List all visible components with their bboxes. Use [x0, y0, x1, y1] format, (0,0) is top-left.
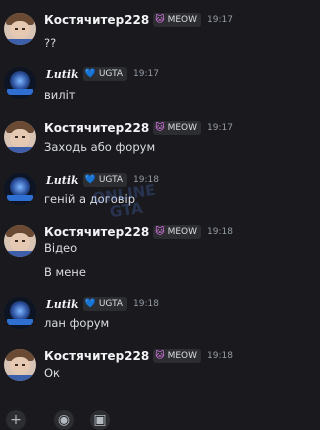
author-name[interactable]: Lutik	[46, 174, 79, 187]
timestamp: 19:18	[207, 227, 233, 237]
message-text: Відео	[44, 241, 78, 255]
user-avatar[interactable]	[4, 13, 36, 45]
timestamp: 19:17	[207, 123, 233, 133]
user-avatar[interactable]	[4, 349, 36, 381]
message-text: геній а договір	[44, 192, 136, 206]
message: Lutik 💙 UGTA 19:18 геній а договір	[0, 172, 250, 212]
user-avatar[interactable]	[4, 225, 36, 257]
author-name[interactable]: Lutik	[46, 68, 79, 81]
apps-icon[interactable]: ◉	[54, 410, 74, 430]
role-badge[interactable]: 🐱 MEOW	[153, 349, 202, 363]
role-badge[interactable]: 🐱 MEOW	[153, 121, 202, 135]
message-text: лан форум	[44, 316, 110, 330]
user-avatar[interactable]	[4, 297, 36, 329]
author-name[interactable]: Костячитер228	[44, 225, 149, 239]
role-badge[interactable]: 🐱 MEOW	[153, 13, 202, 27]
message: Lutik 💙 UGTA 19:18 лан форум	[0, 296, 250, 336]
message-text: виліт	[44, 88, 76, 102]
cat-icon: 🐱	[155, 123, 165, 133]
message-header: Костячитер228 🐱 MEOW 19:18	[44, 224, 233, 240]
timestamp: 19:18	[133, 175, 159, 185]
plus-icon[interactable]: +	[6, 410, 26, 430]
role-badge[interactable]: 🐱 MEOW	[153, 225, 202, 239]
chat-input-bar: + ◉ ▣	[0, 406, 250, 430]
message-header: Lutik 💙 UGTA 19:17	[46, 66, 159, 82]
message-text: Ок	[44, 366, 60, 380]
author-name[interactable]: Костячитер228	[44, 13, 149, 27]
author-name[interactable]: Костячитер228	[44, 121, 149, 135]
cat-icon: 🐱	[155, 15, 165, 25]
message-header: Костячитер228 🐱 MEOW 19:18	[44, 348, 233, 364]
message: Костячитер228 🐱 MEOW 19:17 Заходь або фор…	[0, 120, 250, 160]
timestamp: 19:18	[207, 351, 233, 361]
role-badge[interactable]: 💙 UGTA	[82, 67, 128, 81]
timestamp: 19:18	[133, 299, 159, 309]
heart-icon: 💙	[84, 299, 96, 309]
message: Костячитер228 🐱 MEOW 19:18 Ок	[0, 348, 250, 388]
message-text: Заходь або форум	[44, 140, 156, 154]
message: Костячитер228 🐱 MEOW 19:18 Відео В мене	[0, 224, 250, 284]
role-badge[interactable]: 💙 UGTA	[82, 173, 128, 187]
heart-icon: 💙	[84, 69, 96, 79]
message-text: ??	[44, 36, 57, 50]
role-badge[interactable]: 💙 UGTA	[82, 297, 128, 311]
gift-icon[interactable]: ▣	[90, 410, 110, 430]
user-avatar[interactable]	[4, 121, 36, 153]
message-header: Lutik 💙 UGTA 19:18	[46, 172, 159, 188]
message-header: Костячитер228 🐱 MEOW 19:17	[44, 12, 233, 28]
cat-icon: 🐱	[155, 351, 165, 361]
timestamp: 19:17	[133, 69, 159, 79]
message-header: Lutik 💙 UGTA 19:18	[46, 296, 159, 312]
message: Костячитер228 🐱 MEOW 19:17 ??	[0, 12, 250, 52]
timestamp: 19:17	[207, 15, 233, 25]
message: Lutik 💙 UGTA 19:17 виліт	[0, 66, 250, 106]
user-avatar[interactable]	[4, 67, 36, 99]
heart-icon: 💙	[84, 175, 96, 185]
cat-icon: 🐱	[155, 227, 165, 237]
message-text: В мене	[44, 265, 86, 279]
user-avatar[interactable]	[4, 173, 36, 205]
message-header: Костячитер228 🐱 MEOW 19:17	[44, 120, 233, 136]
author-name[interactable]: Lutik	[46, 298, 79, 311]
author-name[interactable]: Костячитер228	[44, 349, 149, 363]
